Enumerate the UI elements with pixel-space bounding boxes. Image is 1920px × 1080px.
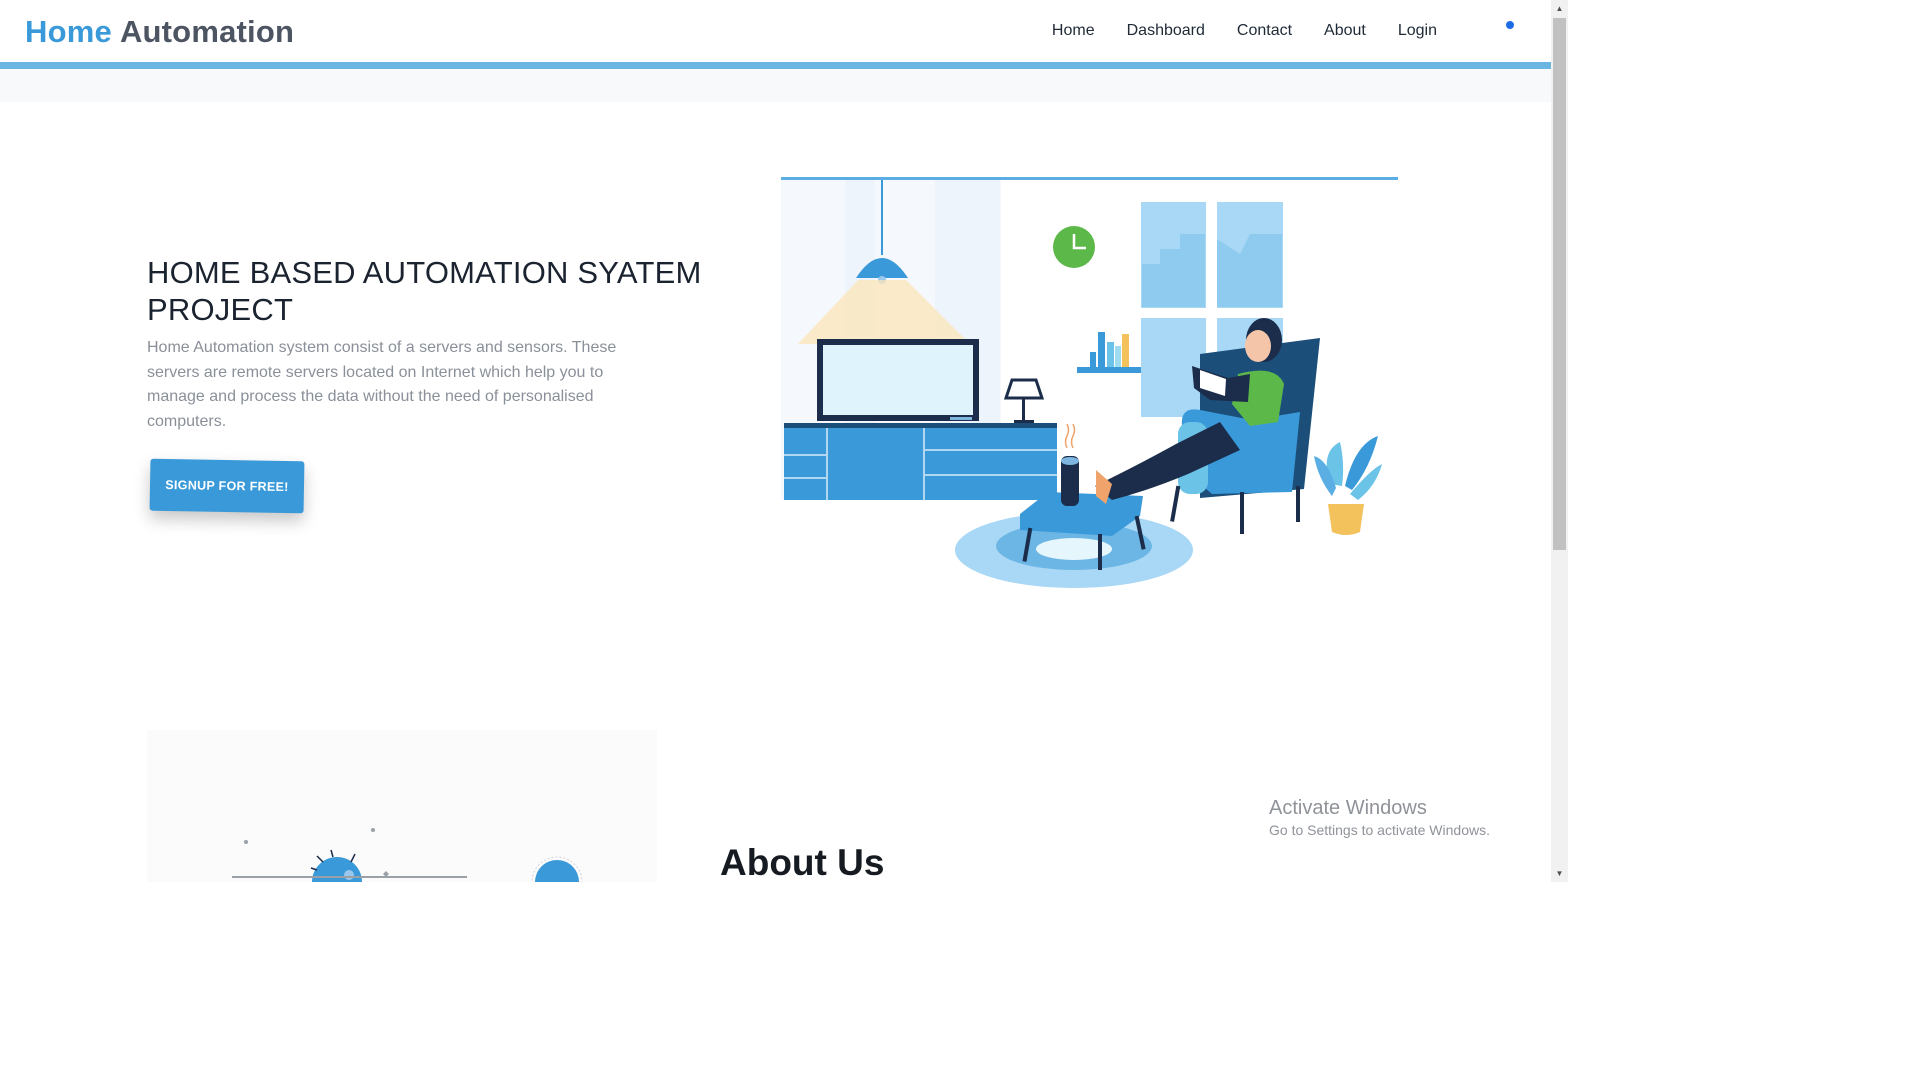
scroll-up-arrow-icon[interactable]: ▲ [1551, 0, 1568, 17]
scroll-down-arrow-icon[interactable]: ▼ [1551, 865, 1568, 882]
vertical-scrollbar[interactable]: ▲ ▼ [1551, 0, 1568, 882]
nav-link-dashboard[interactable]: Dashboard [1127, 21, 1205, 41]
nav-indicator-dot [1506, 21, 1514, 29]
shelf-book [1090, 352, 1096, 367]
cabinet-line [923, 428, 925, 500]
hero-description: Home Automation system consist of a serv… [147, 339, 617, 430]
person-face [1245, 330, 1271, 362]
plant-pot-icon [1328, 504, 1364, 535]
cabinet-line [826, 428, 828, 500]
sparkle-dot [371, 828, 375, 832]
shelf-book [1122, 334, 1129, 367]
nav-link-about[interactable]: About [1324, 21, 1366, 41]
tv-stand-lights [950, 417, 972, 420]
nav-link-contact[interactable]: Contact [1237, 21, 1292, 41]
cabinet-line [784, 477, 826, 479]
cabinet-line [925, 449, 1057, 451]
cabinet-top [784, 423, 1057, 428]
shelf-book [1098, 332, 1105, 367]
watermark-subtitle: Go to Settings to activate Windows. [1269, 822, 1490, 838]
navbar: Home Automation Home Dashboard Contact Ab… [0, 0, 1551, 62]
shelf-book [1115, 346, 1121, 367]
lamp-base [1014, 420, 1034, 423]
circle-decoration-icon [535, 860, 579, 882]
living-room-illustration [781, 177, 1398, 588]
header-divider [0, 62, 1551, 69]
brand-logo-secondary: Automation [119, 14, 295, 49]
chair-leg [1296, 486, 1300, 522]
bulb-highlight [344, 870, 354, 880]
tv-screen [823, 345, 973, 415]
wall-shelf [1077, 367, 1141, 373]
steam-icon [1064, 423, 1076, 449]
ceiling-line [781, 177, 1398, 180]
brand-logo[interactable]: Home Automation [25, 14, 294, 50]
speaker-top [1061, 457, 1079, 465]
brand-logo-primary: Home [25, 14, 112, 49]
cabinet-line [925, 474, 1057, 476]
sparkle-dot [244, 840, 248, 844]
tv-cabinet [784, 423, 1057, 500]
about-illustration [232, 828, 583, 882]
scrollbar-thumb[interactable] [1553, 18, 1566, 550]
chair-leg [1170, 485, 1181, 522]
signup-button[interactable]: SIGNUP FOR FREE! [149, 458, 305, 514]
chair-leg [1240, 492, 1244, 534]
page: Home Automation Home Dashboard Contact Ab… [0, 0, 1568, 882]
table-lamp-icon [1003, 378, 1045, 400]
nav-link-login[interactable]: Login [1398, 21, 1437, 41]
hero-title: HOME BASED AUTOMATION SYATEM PROJECT [147, 255, 702, 327]
main-nav: Home Dashboard Contact About Login [1052, 21, 1437, 41]
illustration-frame [232, 876, 467, 878]
table-leg [1098, 534, 1102, 570]
lamp-cord [881, 180, 883, 255]
watermark-title: Activate Windows [1269, 797, 1427, 819]
nav-link-home[interactable]: Home [1052, 21, 1095, 41]
window-transom [1141, 308, 1283, 318]
shelf-book [1107, 342, 1114, 367]
lamp-stem [1022, 398, 1025, 423]
header-subband [0, 69, 1551, 102]
windows-activation-watermark: Activate Windows Go to Settings to activ… [1269, 796, 1490, 840]
about-title: About Us [720, 842, 885, 882]
lightbulb-icon [312, 857, 362, 882]
cabinet-line [784, 454, 826, 456]
